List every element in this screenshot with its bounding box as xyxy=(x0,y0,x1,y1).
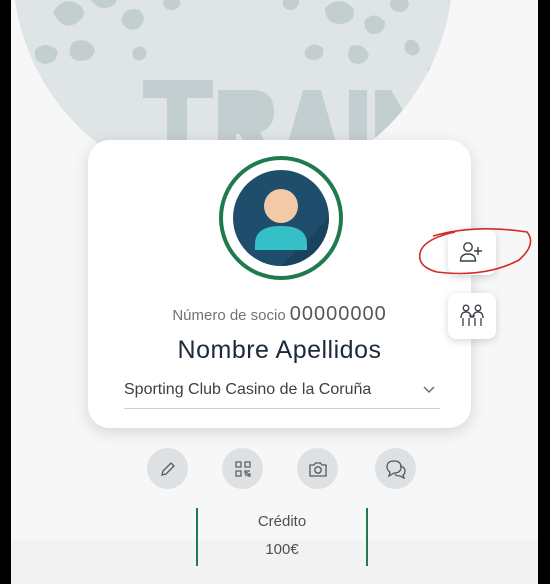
member-number-value: 00000000 xyxy=(289,303,387,325)
member-number-line: Número de socio 00000000 xyxy=(88,303,471,326)
add-member-button[interactable] xyxy=(448,229,496,275)
user-avatar-icon xyxy=(255,189,329,266)
qr-code-button[interactable] xyxy=(222,448,263,489)
avatar[interactable] xyxy=(219,156,343,280)
credit-label: Crédito xyxy=(257,513,307,530)
club-select[interactable]: Sporting Club Casino de la Coruña xyxy=(124,377,440,409)
qr-code-icon xyxy=(234,460,251,477)
member-number-label: Número de socio xyxy=(172,307,286,324)
credit-value: 100€ xyxy=(265,541,299,558)
camera-button[interactable] xyxy=(297,448,338,489)
family-icon xyxy=(460,304,484,326)
chat-button[interactable] xyxy=(375,448,416,489)
club-select-value: Sporting Club Casino de la Coruña xyxy=(124,381,372,398)
chat-icon xyxy=(385,459,406,479)
chevron-down-icon xyxy=(423,386,435,394)
add-person-icon xyxy=(459,242,482,262)
pencil-icon xyxy=(160,461,175,476)
app-screen: Número de socio 00000000 Nombre Apellidos… xyxy=(11,0,538,584)
avatar-image xyxy=(233,170,329,266)
camera-icon xyxy=(308,461,327,477)
member-full-name: Nombre Apellidos xyxy=(177,336,382,364)
family-button[interactable] xyxy=(448,293,496,339)
edit-button[interactable] xyxy=(147,448,188,489)
profile-card: Número de socio 00000000 Nombre Apellidos… xyxy=(88,140,471,428)
credit-box: Crédito 100€ xyxy=(196,508,368,566)
